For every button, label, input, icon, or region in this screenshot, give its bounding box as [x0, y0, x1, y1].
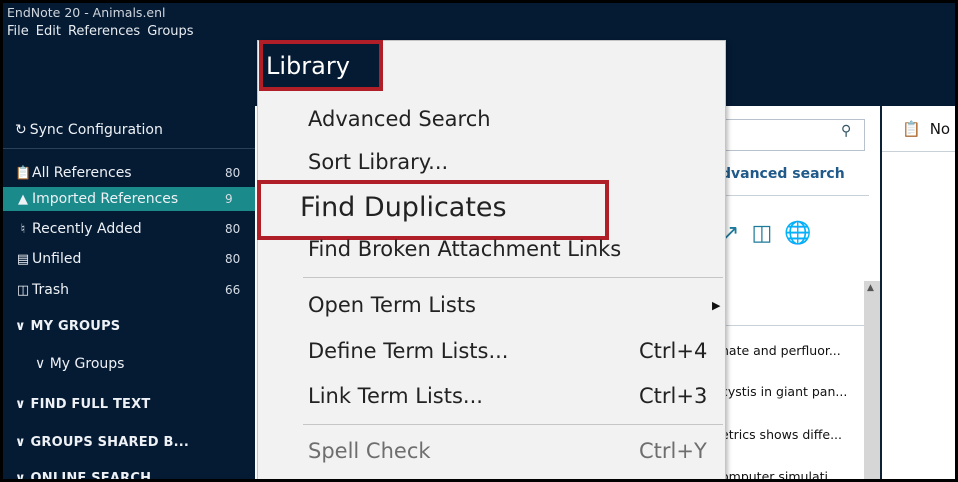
sync-configuration-button[interactable]: ↻ Sync Configuration	[15, 122, 163, 138]
sidebar-divider	[3, 148, 255, 149]
menu-separator	[303, 277, 723, 278]
table-row[interactable]: omputer simulati	[721, 469, 863, 479]
submenu-arrow-icon: ▶	[712, 299, 721, 312]
section-find-full-text[interactable]: ∨ FIND FULL TEXT	[15, 397, 150, 412]
menu-file[interactable]: File	[7, 24, 29, 39]
sidebar-item-imported-references[interactable]: ▲ Imported References 9	[3, 187, 255, 211]
import-icon: ▲	[18, 191, 28, 207]
section-online-search[interactable]: ∨ ONLINE SEARCH	[15, 471, 151, 482]
chevron-down-icon: ∨	[15, 435, 26, 450]
sidebar-item-count: 9	[225, 192, 233, 206]
window-title: EndNote 20 - Animals.enl	[7, 5, 166, 20]
table-row[interactable]: cystis in giant pan...	[721, 384, 863, 399]
section-groups-shared[interactable]: ∨ GROUPS SHARED B...	[15, 435, 189, 450]
sync-icon: ↻	[15, 122, 27, 138]
clipboard-icon: ▤	[16, 251, 30, 267]
search-icon[interactable]: ⚲	[841, 123, 851, 139]
section-my-groups-sub[interactable]: ∨ My Groups	[35, 356, 124, 372]
chevron-down-icon: ∨	[15, 397, 26, 412]
menu-item-spell-check[interactable]: Spell Check	[308, 439, 431, 463]
sidebar-item-label: Imported References	[32, 191, 179, 207]
advanced-search-link[interactable]: dvanced search	[721, 166, 845, 182]
sidebar-item-count: 66	[225, 283, 241, 297]
bell-icon: ♮	[20, 221, 26, 237]
find-pdf-icon[interactable]: ◫	[751, 221, 772, 246]
menu-item-advanced-search[interactable]: Advanced Search	[308, 107, 491, 131]
chevron-down-icon: ∨	[15, 471, 26, 482]
chevron-down-icon: ∨	[15, 319, 26, 334]
sidebar-item-count: 80	[225, 166, 241, 180]
endnote-window: EndNote 20 - Animals.enl File Edit Refer…	[0, 0, 958, 482]
detail-header: 📋 No	[902, 120, 950, 138]
menu-item-define-term-lists[interactable]: Define Term Lists...	[308, 339, 508, 363]
menu-references[interactable]: References	[68, 24, 140, 39]
sidebar-item-label: Unfiled	[32, 251, 82, 267]
table-row[interactable]: etrics shows diffe...	[721, 427, 863, 442]
clipboard-icon: 📋	[902, 120, 921, 138]
scroll-up-icon[interactable]: ▲	[867, 283, 874, 293]
section-my-groups[interactable]: ∨ MY GROUPS	[15, 319, 120, 334]
detail-label: No	[929, 120, 951, 138]
reference-detail-pane	[882, 106, 955, 479]
list-scrollbar[interactable]	[864, 281, 880, 479]
list-header-divider	[703, 325, 864, 326]
sidebar-item-recently-added[interactable]: ♮ Recently Added 80	[3, 217, 255, 241]
sidebar-item-label: Recently Added	[32, 221, 142, 237]
menu-item-open-term-lists[interactable]: Open Term Lists	[308, 293, 476, 317]
detail-header-divider	[882, 151, 955, 152]
shortcut-define-term-lists: Ctrl+4	[639, 339, 708, 363]
sync-label: Sync Configuration	[29, 122, 163, 138]
menu-groups[interactable]: Groups	[147, 24, 193, 39]
trash-icon: ◫	[16, 282, 30, 298]
clipboard-icon: 📋	[15, 165, 32, 181]
menu-item-find-broken-links[interactable]: Find Broken Attachment Links	[308, 237, 621, 261]
menu-separator	[303, 424, 723, 425]
menu-item-link-term-lists[interactable]: Link Term Lists...	[308, 384, 483, 408]
sidebar-item-label: All References	[32, 165, 132, 181]
table-row[interactable]: nate and perfluor...	[721, 343, 863, 358]
menu-item-sort-library[interactable]: Sort Library...	[308, 150, 448, 174]
sidebar-item-all-references[interactable]: 📋 All References 80	[3, 161, 255, 185]
shortcut-link-term-lists: Ctrl+3	[639, 384, 708, 408]
globe-icon[interactable]: 🌐	[784, 221, 811, 246]
sidebar-item-unfiled[interactable]: ▤ Unfiled 80	[3, 247, 255, 271]
sidebar-item-trash[interactable]: ◫ Trash 66	[3, 278, 255, 302]
menu-item-find-duplicates[interactable]: Find Duplicates	[300, 192, 507, 223]
sidebar-item-count: 80	[225, 222, 241, 236]
toolbar: ↗ ◫ 🌐	[721, 221, 812, 246]
menu-edit[interactable]: Edit	[36, 24, 61, 39]
sidebar-item-label: Trash	[32, 282, 69, 298]
chevron-down-icon: ∨	[35, 356, 46, 372]
menu-library[interactable]: Library	[259, 40, 383, 91]
sidebar-item-count: 80	[225, 252, 241, 266]
shortcut-spell-check: Ctrl+Y	[639, 439, 707, 463]
sidebar: ↻ Sync Configuration 📋 All References 80…	[3, 106, 255, 482]
menu-bar: File Edit References Groups	[7, 24, 194, 39]
